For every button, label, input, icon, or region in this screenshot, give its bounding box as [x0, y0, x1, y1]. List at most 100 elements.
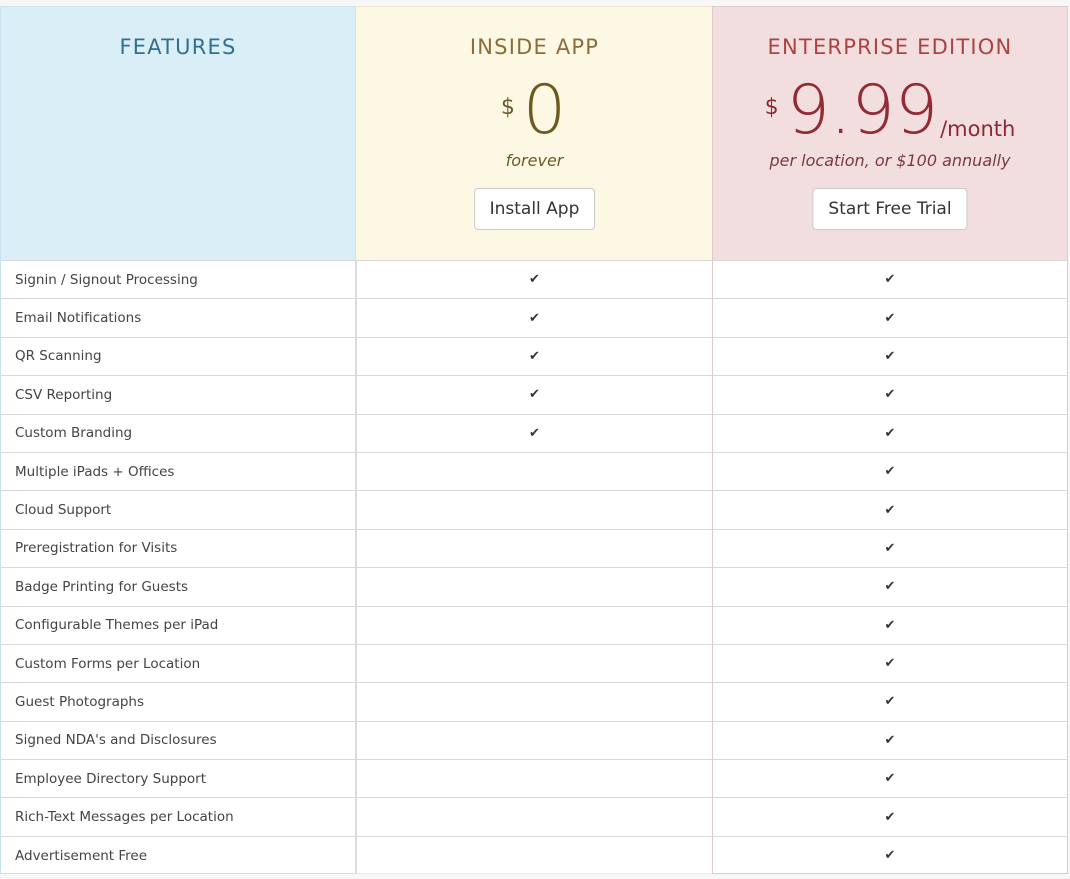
enterprise-currency: $ [764, 95, 779, 120]
check-icon: ✔ [884, 617, 896, 633]
check-icon: ✔ [884, 272, 896, 288]
inside-app-feature-row [356, 605, 713, 644]
enterprise-feature-row: ✔ [713, 298, 1067, 336]
feature-label: Email Notifications [15, 310, 142, 327]
enterprise-feature-row: ✔ [713, 490, 1067, 528]
check-icon: ✔ [884, 310, 896, 326]
check-icon: ✔ [884, 656, 896, 672]
enterprise-title: ENTERPRISE EDITION [767, 35, 1013, 59]
check-icon: ✔ [529, 425, 540, 441]
enterprise-feature-row: ✔ [713, 759, 1067, 797]
inside-app-feature-row: ✔ [356, 375, 713, 414]
feature-row: Signed NDA's and Disclosures [1, 720, 355, 759]
check-icon: ✔ [884, 387, 896, 403]
features-list: Signin / Signout Processing Email Notific… [1, 260, 355, 874]
inside-app-feature-row: ✔ [356, 413, 713, 452]
inside-app-price: $ 0 [356, 71, 713, 151]
inside-app-feature-row [356, 682, 713, 721]
enterprise-feature-row: ✔ [713, 375, 1067, 413]
enterprise-feature-row: ✔ [713, 720, 1067, 759]
feature-row: Email Notifications [1, 298, 355, 336]
feature-label: Advertisement Free [15, 847, 148, 864]
enterprise-feature-row: ✔ [713, 835, 1067, 874]
inside-app-feature-row [356, 528, 713, 568]
inside-app-feature-row [356, 720, 713, 760]
inside-app-title: INSIDE APP [469, 35, 600, 59]
check-icon: ✔ [884, 848, 896, 864]
inside-app-header: INSIDE APP $ 0 forever Install App [356, 7, 713, 260]
inside-app-currency: $ [500, 95, 515, 120]
inside-app-feature-row [356, 451, 713, 491]
plan-enterprise: ENTERPRISE EDITION $ 9.99 /month per loc… [712, 6, 1068, 874]
enterprise-unit: /month [940, 117, 1016, 141]
check-icon: ✔ [529, 310, 540, 326]
inside-app-note: forever [505, 151, 564, 170]
enterprise-note: per location, or $100 annually [769, 151, 1011, 170]
check-icon: ✔ [884, 771, 896, 787]
feature-row: Advertisement Free [1, 835, 355, 874]
check-icon: ✔ [884, 425, 896, 441]
enterprise-header: ENTERPRISE EDITION $ 9.99 /month per loc… [713, 7, 1067, 260]
check-icon: ✔ [884, 809, 896, 825]
feature-label: Custom Branding [15, 425, 133, 442]
feature-row: Configurable Themes per iPad [1, 605, 355, 644]
check-icon: ✔ [884, 348, 896, 364]
feature-row: CSV Reporting [1, 375, 355, 413]
check-icon: ✔ [529, 272, 540, 288]
check-icon: ✔ [884, 540, 896, 556]
feature-label: CSV Reporting [15, 386, 113, 403]
feature-label: QR Scanning [15, 348, 102, 365]
inside-app-feature-row [356, 490, 713, 529]
feature-row: Multiple iPads + Offices [1, 451, 355, 490]
features-column: FEATURES Signin / Signout Processing Emai… [0, 6, 356, 874]
feature-label: Configurable Themes per iPad [15, 617, 219, 634]
inside-app-feature-row: ✔ [356, 336, 713, 376]
feature-label: Employee Directory Support [15, 770, 207, 787]
feature-label: Preregistration for Visits [15, 540, 178, 557]
inside-app-feature-row [356, 643, 713, 683]
feature-label: Cloud Support [15, 502, 112, 519]
enterprise-amount: 9.99 [786, 71, 939, 150]
inside-app-feature-row: ✔ [356, 260, 713, 299]
enterprise-feature-row: ✔ [713, 260, 1067, 298]
features-header: FEATURES [1, 7, 355, 260]
inside-app-feature-row [356, 759, 713, 798]
enterprise-feature-row: ✔ [713, 413, 1067, 452]
check-icon: ✔ [884, 502, 896, 518]
inside-app-feature-row [356, 567, 713, 606]
enterprise-features: ✔ ✔ ✔ ✔ ✔ ✔ ✔ ✔ ✔ ✔ ✔ ✔ ✔ ✔ ✔ ✔ [713, 260, 1067, 874]
enterprise-price: $ 9.99 /month [713, 71, 1067, 151]
feature-label: Signed NDA's and Disclosures [15, 732, 217, 749]
enterprise-feature-row: ✔ [713, 682, 1067, 720]
enterprise-feature-row: ✔ [713, 605, 1067, 644]
feature-label: Badge Printing for Guests [15, 578, 189, 595]
inside-app-feature-row [356, 835, 713, 875]
start-free-trial-button[interactable]: Start Free Trial [812, 188, 968, 230]
check-icon: ✔ [884, 579, 896, 595]
enterprise-feature-row: ✔ [713, 451, 1067, 490]
check-icon: ✔ [884, 464, 896, 480]
inside-app-amount: 0 [522, 71, 567, 150]
enterprise-feature-row: ✔ [713, 336, 1067, 375]
features-title: FEATURES [119, 35, 237, 59]
feature-row: Signin / Signout Processing [1, 260, 355, 298]
enterprise-feature-row: ✔ [713, 797, 1067, 835]
feature-row: Custom Forms per Location [1, 643, 355, 682]
install-app-button[interactable]: Install App [473, 188, 596, 230]
feature-row: Guest Photographs [1, 682, 355, 720]
enterprise-feature-row: ✔ [713, 528, 1067, 567]
feature-label: Guest Photographs [15, 693, 145, 710]
inside-app-feature-row [356, 797, 713, 836]
feature-row: Employee Directory Support [1, 759, 355, 797]
feature-label: Signin / Signout Processing [15, 271, 198, 288]
inside-app-features: ✔ ✔ ✔ ✔ ✔ [356, 260, 713, 875]
feature-row: QR Scanning [1, 336, 355, 375]
enterprise-feature-row: ✔ [713, 643, 1067, 682]
feature-label: Multiple iPads + Offices [15, 463, 175, 480]
feature-row: Cloud Support [1, 490, 355, 528]
check-icon: ✔ [529, 348, 540, 364]
feature-row: Badge Printing for Guests [1, 567, 355, 605]
feature-row: Rich-Text Messages per Location [1, 797, 355, 835]
feature-label: Rich-Text Messages per Location [15, 809, 234, 826]
feature-label: Custom Forms per Location [15, 655, 201, 672]
